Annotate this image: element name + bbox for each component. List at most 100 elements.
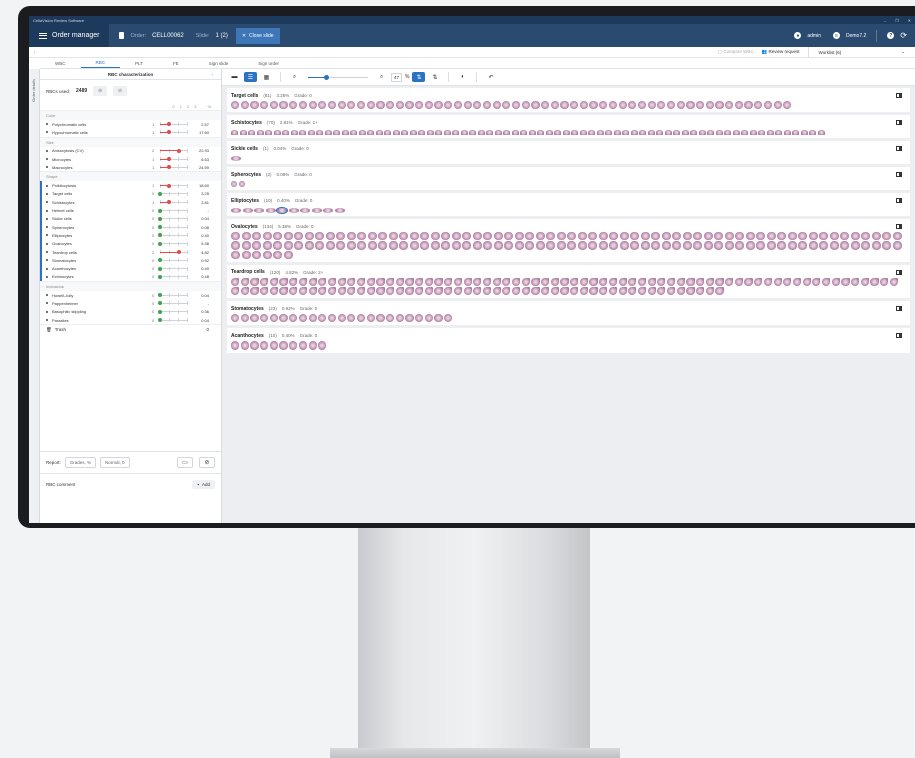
grade-slider[interactable] [158,309,188,315]
cell-thumbnail[interactable] [273,241,282,250]
cell-thumbnail[interactable] [472,241,482,250]
cell-thumbnail[interactable] [661,232,671,241]
grade-slider[interactable] [158,274,188,280]
cell-thumbnail[interactable] [250,341,259,350]
minimize-button[interactable]: – [884,18,886,23]
cell-thumbnail[interactable] [262,241,272,250]
cell-thumbnail[interactable] [725,101,734,110]
cell-thumbnail[interactable] [521,286,530,296]
cell-thumbnail[interactable] [482,277,492,286]
cell-thumbnail[interactable] [705,101,714,110]
cell-thumbnail[interactable] [589,286,598,296]
cell-thumbnail[interactable] [502,101,511,110]
cell-thumbnail[interactable] [503,130,510,136]
cell-thumbnail[interactable] [860,277,869,286]
block-icon-button[interactable]: ⊘ [199,457,215,468]
cell-thumbnail[interactable] [337,101,346,110]
cell-thumbnail[interactable] [690,130,697,136]
cell-thumbnail[interactable] [424,314,433,323]
cell-thumbnail[interactable] [473,101,482,110]
cell-thumbnail[interactable] [535,241,545,250]
cell-thumbnail[interactable] [773,277,782,286]
cell-thumbnail[interactable] [444,277,453,286]
cell-thumbnail[interactable] [298,101,307,110]
trash-row[interactable]: 🗑 Trash 0 [40,324,221,334]
cell-thumbnail[interactable] [356,101,366,110]
cell-thumbnail[interactable] [231,156,241,162]
cell-thumbnail[interactable] [483,241,492,250]
cell-thumbnail[interactable] [798,232,807,241]
cell-thumbnail[interactable] [283,250,293,259]
cell-thumbnail[interactable] [304,232,314,241]
cell-thumbnail[interactable] [231,341,240,350]
cell-thumbnail[interactable] [289,277,298,286]
cell-thumbnail[interactable] [409,232,419,241]
cell-thumbnail[interactable] [588,232,597,241]
cell-thumbnail[interactable] [482,286,492,296]
characteristic-row[interactable]: Teardrop cells 2 4.82 [40,247,221,257]
cell-thumbnail[interactable] [279,101,288,110]
cell-thumbnail[interactable] [808,232,818,241]
review-request-button[interactable]: 👥 Review request [762,49,800,55]
cell-thumbnail[interactable] [453,286,462,296]
cell-thumbnail[interactable] [682,232,692,241]
cell-thumbnail[interactable] [541,277,550,286]
cell-thumbnail[interactable] [405,286,414,296]
characteristic-row[interactable]: Howell-Jolly 0 0.04 [40,291,221,299]
cell-thumbnail[interactable] [441,241,450,250]
cell-thumbnail[interactable] [307,130,315,136]
cell-thumbnail[interactable] [308,314,317,323]
cell-thumbnail[interactable] [337,314,346,323]
zoom-in-icon[interactable]: ⌕ [375,72,388,82]
cell-thumbnail[interactable] [399,232,408,241]
cell-thumbnail[interactable] [703,232,713,241]
cell-thumbnail[interactable] [640,241,650,250]
cell-thumbnail[interactable] [840,241,849,250]
cell-thumbnail[interactable] [749,130,757,136]
cell-thumbnail[interactable] [315,232,324,241]
cell-thumbnail[interactable] [424,101,433,110]
cell-thumbnail[interactable] [401,130,408,136]
grade-slider[interactable] [160,156,188,162]
cell-thumbnail[interactable] [386,277,395,286]
cell-thumbnail[interactable] [269,314,278,323]
cell-thumbnail[interactable] [745,241,755,250]
cell-thumbnail[interactable] [231,241,240,250]
cell-thumbnail[interactable] [588,241,597,250]
cell-thumbnail[interactable] [861,241,870,250]
characteristic-row[interactable]: Poikilocytosis 1 18.60 [40,181,221,191]
cell-thumbnail[interactable] [325,241,335,250]
zoom-out-icon[interactable]: ⌕ [288,72,301,82]
cell-thumbnail[interactable] [651,241,660,250]
cell-thumbnail[interactable] [375,130,383,136]
grade-slider[interactable] [158,216,188,222]
cell-thumbnail[interactable] [231,286,240,296]
cell-thumbnail[interactable] [734,101,743,110]
cell-thumbnail[interactable] [265,130,272,136]
cell-thumbnail[interactable] [766,130,774,136]
grade-slider[interactable] [158,191,188,197]
zoom-slider[interactable] [308,74,368,80]
cell-thumbnail[interactable] [231,232,240,241]
panel-toggle-icon[interactable] [896,120,902,126]
cell-thumbnail[interactable] [444,101,453,110]
cell-thumbnail[interactable] [630,130,638,136]
cell-thumbnail[interactable] [744,277,753,286]
cell-thumbnail[interactable] [871,232,881,241]
cell-thumbnail[interactable] [240,101,249,110]
cell-thumbnail[interactable] [356,277,366,286]
cell-thumbnail[interactable] [288,208,299,214]
cell-thumbnail[interactable] [482,101,492,110]
characteristic-row[interactable]: Microcytes 1 6.63 [40,155,221,163]
cell-thumbnail[interactable] [588,130,595,136]
tab-rbc[interactable]: RBC [80,60,121,68]
cell-thumbnail[interactable] [537,130,544,136]
cell-thumbnail[interactable] [686,277,695,286]
cell-thumbnail[interactable] [240,314,249,323]
grade-slider[interactable] [160,164,188,170]
cell-thumbnail[interactable] [298,314,307,323]
cell-thumbnail[interactable] [619,232,629,241]
cell-thumbnail[interactable] [367,232,377,241]
cell-thumbnail[interactable] [693,241,702,250]
cell-thumbnail[interactable] [492,277,501,286]
